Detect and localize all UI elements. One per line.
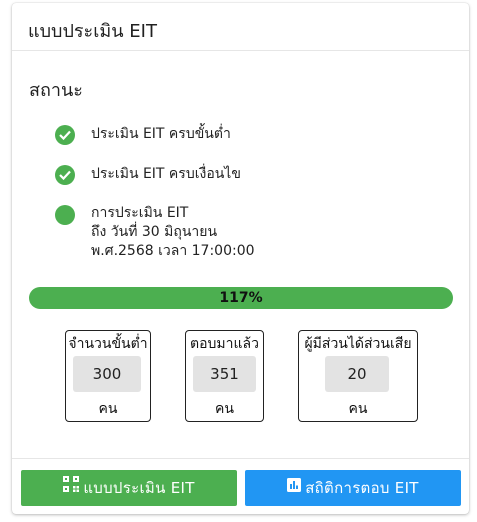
stat-label: จำนวนขั้นต่ำ [68, 336, 148, 352]
check-circle-icon [55, 125, 75, 145]
stat-value: 20 [325, 356, 389, 392]
stat-minimum: จำนวนขั้นต่ำ 300 คน [65, 330, 151, 422]
stat-label: ตอบมาแล้ว [190, 336, 259, 352]
stat-stakeholders: ผู้มีส่วนได้ส่วนเสีย 20 คน [298, 330, 418, 422]
assess-eit-button[interactable]: แบบประเมิน EIT [21, 470, 237, 506]
bar-chart-icon [287, 469, 302, 505]
stat-unit: คน [215, 401, 234, 417]
progress-label: 117% [219, 290, 263, 306]
stat-unit: คน [348, 401, 368, 417]
condition-criteria: ประเมิน EIT ครบเงื่อนไข [91, 166, 241, 182]
deadline-line-3: พ.ศ.2568 เวลา 17:00:00 [91, 243, 255, 259]
status-title: สถานะ [29, 80, 83, 101]
card-header: แบบประเมิน EIT [12, 3, 469, 51]
stat-unit: คน [98, 401, 118, 417]
footer-divider [12, 458, 469, 459]
stat-answered: ตอบมาแล้ว 351 คน [185, 330, 264, 422]
progress-bar: 117% [29, 287, 453, 309]
condition-deadline: การประเมิน EIT ถึง วันที่ 30 มิถุนายน พ.… [91, 204, 255, 261]
stat-label: ผู้มีส่วนได้ส่วนเสีย [304, 336, 412, 352]
eit-stats-button[interactable]: สถิติการตอบ EIT [245, 470, 461, 506]
qr-code-icon [63, 469, 80, 505]
deadline-line-1: การประเมิน EIT [91, 205, 189, 221]
check-circle-icon [55, 165, 75, 185]
eit-card: แบบประเมิน EIT สถานะ ประเมิน EIT ครบขั้น… [12, 3, 469, 514]
status-dot-icon [55, 205, 75, 225]
card-title: แบบประเมิน EIT [28, 21, 157, 42]
assess-eit-label: แบบประเมิน EIT [83, 479, 195, 497]
condition-min-count: ประเมิน EIT ครบขั้นต่ำ [91, 126, 231, 142]
stat-value: 351 [193, 356, 256, 392]
eit-stats-label: สถิติการตอบ EIT [305, 479, 419, 497]
stat-value: 300 [73, 356, 141, 392]
deadline-line-2: ถึง วันที่ 30 มิถุนายน [91, 224, 218, 240]
